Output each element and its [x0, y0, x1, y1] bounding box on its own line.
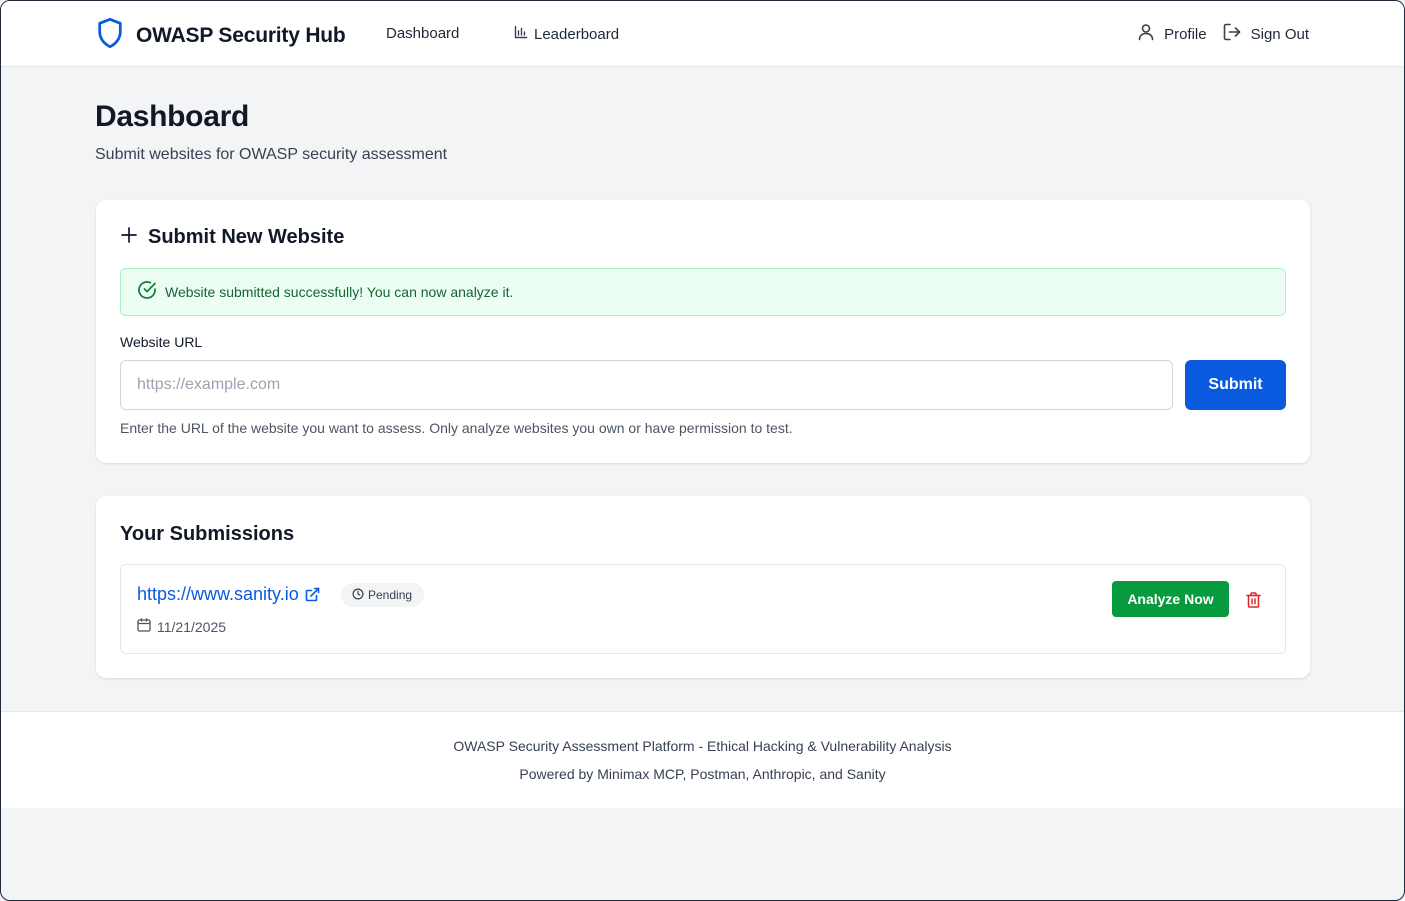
submission-row: https://www.sanity.io Pending 11/21/2025…: [120, 564, 1286, 654]
sign-out-button[interactable]: Sign Out: [1223, 23, 1309, 45]
submission-link[interactable]: https://www.sanity.io: [137, 584, 299, 605]
top-navbar: OWASP Security Hub Dashboard Leaderboard…: [1, 1, 1404, 67]
sign-out-label: Sign Out: [1250, 25, 1309, 43]
status-badge: Pending: [341, 583, 425, 607]
footer-description: OWASP Security Assessment Platform - Eth…: [453, 738, 952, 754]
submit-website-card: Submit New Website Website submitted suc…: [96, 200, 1310, 463]
logout-icon: [1223, 23, 1251, 45]
status-text: Pending: [368, 588, 413, 602]
success-alert-text: Website submitted successfully! You can …: [165, 284, 514, 300]
plus-icon: [120, 226, 138, 249]
footer: OWASP Security Assessment Platform - Eth…: [1, 711, 1404, 808]
trash-icon[interactable]: [1243, 590, 1263, 610]
submission-date-text: 11/21/2025: [157, 618, 227, 635]
submissions-title: Your Submissions: [120, 523, 295, 545]
footer-credits: Powered by Minimax MCP, Postman, Anthrop…: [519, 766, 886, 782]
submission-url: https://www.sanity.io: [137, 584, 320, 605]
card-heading: Submit New Website: [120, 226, 344, 249]
profile-label: Profile: [1164, 25, 1207, 43]
submission-date: 11/21/2025: [137, 618, 226, 635]
nav-dashboard[interactable]: Dashboard: [386, 25, 459, 42]
app-title: OWASP Security Hub: [136, 23, 346, 47]
external-link-icon[interactable]: [305, 587, 320, 602]
shield-icon: [96, 17, 124, 54]
check-circle-icon: [137, 280, 157, 305]
url-hint: Enter the URL of the website you want to…: [120, 420, 793, 436]
profile-link[interactable]: Profile: [1137, 23, 1207, 45]
page-title: Dashboard: [95, 100, 249, 133]
submit-button[interactable]: Submit: [1185, 360, 1286, 410]
brand[interactable]: OWASP Security Hub: [96, 17, 346, 54]
website-url-label: Website URL: [120, 334, 203, 350]
website-url-input[interactable]: [120, 360, 1173, 410]
user-menu: Profile Sign Out: [1137, 23, 1309, 45]
calendar-icon: [137, 618, 157, 635]
app-window: OWASP Security Hub Dashboard Leaderboard…: [0, 0, 1405, 901]
analyze-now-button[interactable]: Analyze Now: [1112, 581, 1229, 617]
submit-card-title: Submit New Website: [148, 226, 345, 248]
submissions-card: Your Submissions https://www.sanity.io P…: [96, 496, 1310, 678]
bar-chart-icon: [514, 25, 534, 43]
page-subtitle: Submit websites for OWASP security asses…: [95, 146, 448, 163]
nav-leaderboard-label: Leaderboard: [534, 25, 620, 43]
success-alert: Website submitted successfully! You can …: [120, 268, 1286, 316]
nav-leaderboard[interactable]: Leaderboard: [514, 25, 619, 43]
user-icon: [1137, 23, 1164, 45]
clock-icon: [352, 587, 368, 603]
